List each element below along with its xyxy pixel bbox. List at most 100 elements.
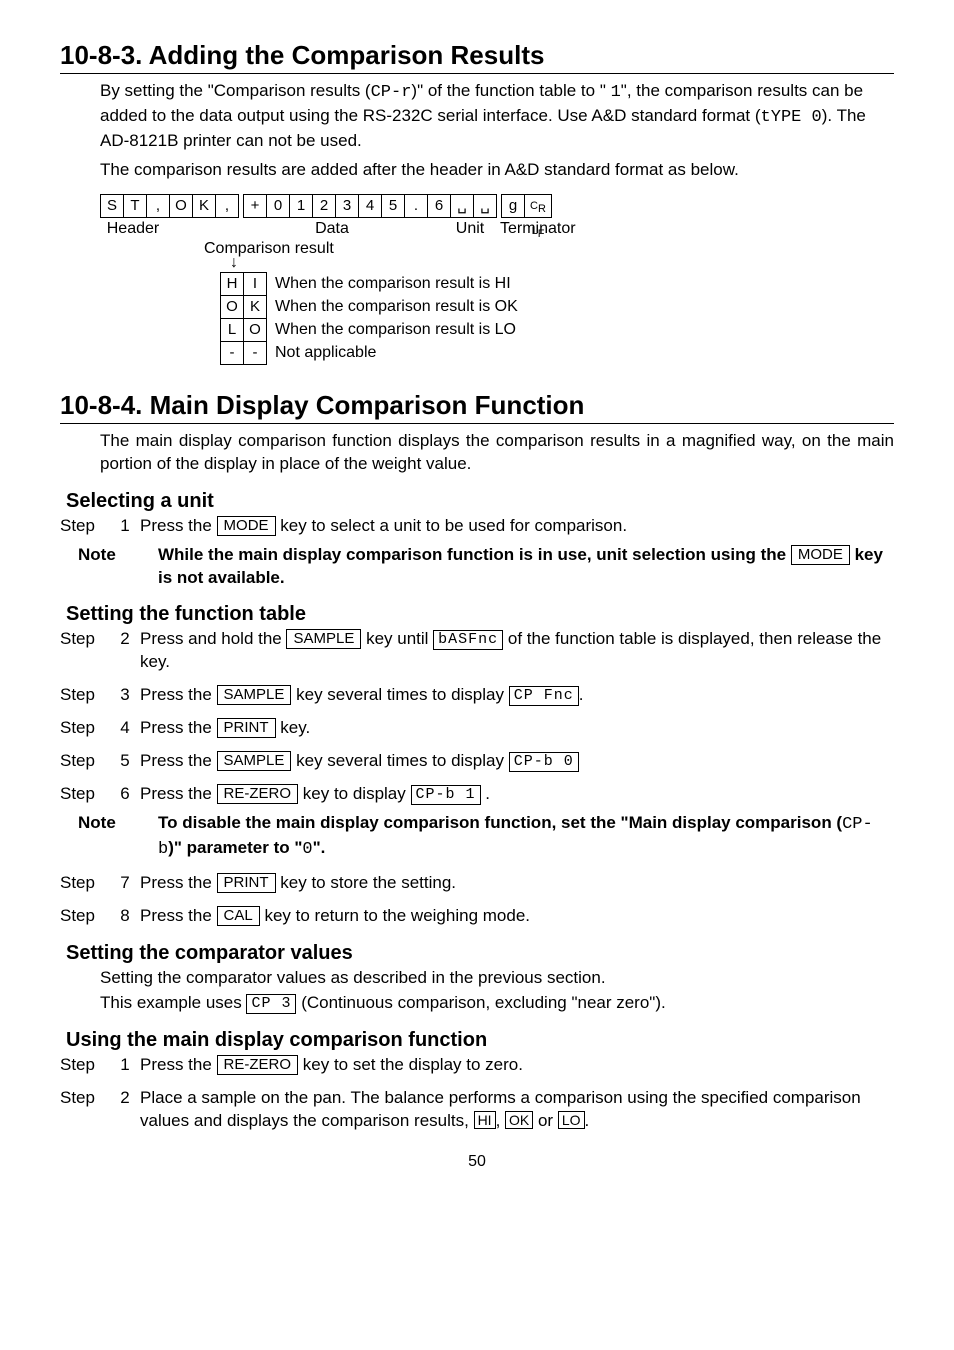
byte-cell: 4 <box>358 194 382 218</box>
cell: H <box>220 272 244 296</box>
cell: L <box>220 318 244 342</box>
text: key to return to the weighing mode. <box>260 906 530 925</box>
byte-string: S T , O K , + 0 1 2 3 4 5 . 6 ␣ ␣ g CR L… <box>100 194 894 218</box>
step-body: Press the PRINT key. <box>140 717 894 740</box>
step-num: 1 <box>110 1054 140 1077</box>
step-label: Step <box>60 1087 110 1110</box>
note-label: Note <box>60 544 158 567</box>
sample-key: SAMPLE <box>286 629 361 649</box>
cell: - <box>220 341 244 365</box>
step-label: Step <box>60 628 110 651</box>
byte-cell: 3 <box>335 194 359 218</box>
cell: O <box>243 318 267 342</box>
text: key. <box>276 718 311 737</box>
step-body: Place a sample on the pan. The balance p… <box>140 1087 894 1133</box>
text: )" of the function table to " <box>411 81 610 100</box>
lcd-display: bASFnc <box>433 630 503 650</box>
byte-cell: + <box>243 194 267 218</box>
step-body: Press the CAL key to return to the weigh… <box>140 905 894 928</box>
text: To disable the main display comparison f… <box>158 813 842 832</box>
step-label: Step <box>60 905 110 928</box>
text: key to display <box>298 784 410 803</box>
cell: - <box>243 341 267 365</box>
sample-key: SAMPLE <box>217 751 292 771</box>
lcd-display: CP 3 <box>246 994 296 1014</box>
step-label: Step <box>60 717 110 740</box>
text: Press the <box>140 873 217 892</box>
step-body: Press the SAMPLE key several times to di… <box>140 750 894 773</box>
text: By setting the "Comparison results ( <box>100 81 371 100</box>
byte-cell: . <box>404 194 428 218</box>
text: )" parameter to " <box>168 838 302 857</box>
step-label: Step <box>60 1054 110 1077</box>
byte-cell: CR LF <box>524 194 552 218</box>
text: key several times to display <box>291 685 508 704</box>
step-num: 7 <box>110 872 140 895</box>
text: When the comparison result is LO <box>275 321 516 339</box>
byte-cell: 2 <box>312 194 336 218</box>
subheading-function-table: Setting the function table <box>66 603 894 626</box>
byte-cell: g <box>501 194 525 218</box>
lbl-comparison-result: Comparison result <box>204 240 894 258</box>
code: CP-r <box>371 83 412 102</box>
text: Press and hold the <box>140 629 286 648</box>
step-body: Press the RE-ZERO key to set the display… <box>140 1054 894 1077</box>
s2-para1: The main display comparison function dis… <box>100 430 894 476</box>
byte-cell: , <box>215 194 239 218</box>
subheading-selecting-unit: Selecting a unit <box>66 490 894 513</box>
byte-cell: S <box>100 194 124 218</box>
code: 1 <box>611 83 621 102</box>
text: . <box>579 685 584 704</box>
step-num: 2 <box>110 1087 140 1110</box>
lbl-data: Data <box>224 220 440 238</box>
byte-cell: ␣ <box>473 194 497 218</box>
step-num: 6 <box>110 783 140 806</box>
byte-cell: , <box>146 194 170 218</box>
byte-cell: K <box>192 194 216 218</box>
text: . <box>585 1111 590 1130</box>
text: While the main display comparison functi… <box>158 545 791 564</box>
byte-cell: 1 <box>289 194 313 218</box>
byte-cell: 0 <box>266 194 290 218</box>
text: ". <box>313 838 326 857</box>
byte-cell: O <box>169 194 193 218</box>
code: tYPE 0 <box>761 108 822 127</box>
mode-key: MODE <box>217 516 276 536</box>
text: key until <box>361 629 433 648</box>
lbl-unit: Unit <box>440 220 500 238</box>
note-body: To disable the main display comparison f… <box>158 812 894 862</box>
step-body: Press the RE-ZERO key to display CP-b 1 … <box>140 783 894 806</box>
cal-key: CAL <box>217 906 260 926</box>
rezero-key: RE-ZERO <box>217 1055 299 1075</box>
text: Press the <box>140 906 217 925</box>
lcd-display: CP-b 0 <box>509 752 579 772</box>
step-num: 5 <box>110 750 140 773</box>
step-label: Step <box>60 684 110 707</box>
rezero-key: RE-ZERO <box>217 784 299 804</box>
step-num: 4 <box>110 717 140 740</box>
byte-cell: T <box>123 194 147 218</box>
byte-cell: ␣ <box>450 194 474 218</box>
text: When the comparison result is HI <box>275 275 511 293</box>
para: Setting the comparator values as describ… <box>100 967 894 990</box>
section-title-1: 10-8-3. Adding the Comparison Results <box>60 40 894 74</box>
result-ok: OK <box>505 1111 533 1129</box>
step-body: Press the SAMPLE key several times to di… <box>140 684 894 707</box>
text: Press the <box>140 718 217 737</box>
text: This example uses <box>100 993 246 1012</box>
text: Press the <box>140 1055 217 1074</box>
mode-key: MODE <box>791 545 850 565</box>
lcd-display: CP-b 1 <box>411 785 481 805</box>
text: key to store the setting. <box>276 873 456 892</box>
sample-key: SAMPLE <box>217 685 292 705</box>
byte-cell: 5 <box>381 194 405 218</box>
cell: K <box>243 295 267 319</box>
text: . <box>481 784 490 803</box>
lbl-terminator: Terminator <box>500 220 600 238</box>
arrow-down-icon: ↓ <box>230 258 894 268</box>
text: (Continuous comparison, excluding "near … <box>296 993 665 1012</box>
text: Press the <box>140 685 217 704</box>
text: Press the <box>140 784 217 803</box>
text: key to select a unit to be used for comp… <box>276 516 628 535</box>
step-body: Press the MODE key to select a unit to b… <box>140 515 894 538</box>
